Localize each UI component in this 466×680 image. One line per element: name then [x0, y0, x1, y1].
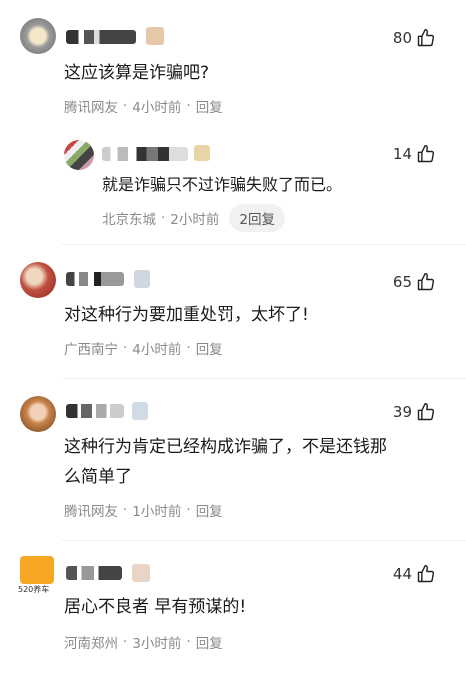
like-control[interactable]: 14	[393, 144, 436, 164]
comment-divider	[62, 540, 466, 541]
view-replies-button[interactable]: 2回复	[229, 204, 285, 232]
meta-separator: ·	[123, 502, 128, 518]
like-count: 39	[392, 403, 412, 421]
username-blurred[interactable]	[102, 147, 188, 161]
meta-separator: ·	[186, 98, 191, 114]
comment-text: 对这种行为要加重处罚，太坏了!	[64, 305, 309, 325]
comment-meta: 河南郑州 · 3小时前 · 回复	[64, 632, 223, 652]
comment-text-line: 这种行为肯定已经构成诈骗了，不是还钱那	[64, 437, 387, 457]
comment-location: 广西南宁	[64, 342, 118, 358]
meta-separator: ·	[186, 340, 191, 356]
reply-button[interactable]: 回复	[196, 632, 223, 652]
like-count: 44	[392, 565, 412, 583]
comment-text: 这种行为肯定已经构成诈骗了，不是还钱那 么简单了	[64, 432, 454, 492]
user-avatar[interactable]	[20, 556, 54, 584]
user-badge	[134, 270, 150, 288]
like-control[interactable]: 44	[393, 564, 436, 584]
reply-button[interactable]: 回复	[196, 500, 223, 520]
comment-time: 2小时前	[170, 212, 220, 228]
username-blurred[interactable]	[66, 30, 136, 44]
user-badge	[132, 564, 150, 582]
thumbs-up-icon[interactable]	[416, 402, 436, 422]
comment-meta: 腾讯网友 · 4小时前 · 回复	[64, 96, 223, 116]
comment-location: 腾讯网友	[64, 504, 118, 520]
thumbs-up-icon[interactable]	[416, 564, 436, 584]
thumbs-up-icon[interactable]	[416, 144, 436, 164]
comment-time: 3小时前	[132, 636, 182, 652]
comment-location: 腾讯网友	[64, 100, 118, 116]
comment-time: 4小时前	[132, 100, 182, 116]
meta-separator: ·	[123, 340, 128, 356]
like-count: 80	[392, 29, 412, 47]
thumbs-up-icon[interactable]	[416, 28, 436, 48]
comment-meta: 腾讯网友 · 1小时前 · 回复	[64, 500, 223, 520]
meta-separator: ·	[123, 634, 128, 650]
meta-separator: ·	[186, 634, 191, 650]
username-blurred[interactable]	[66, 272, 124, 286]
reply-button[interactable]: 回复	[196, 96, 223, 116]
user-avatar[interactable]	[20, 262, 56, 298]
user-badge	[194, 145, 210, 161]
comment-location: 北京东城	[102, 212, 156, 228]
comment-location: 河南郑州	[64, 636, 118, 652]
reply-button[interactable]: 回复	[196, 338, 223, 358]
meta-separator: ·	[123, 98, 128, 114]
meta-separator: ·	[161, 210, 166, 226]
user-avatar[interactable]	[20, 396, 56, 432]
comment-time: 1小时前	[132, 504, 182, 520]
comment-text: 就是诈骗只不过诈骗失败了而已。	[102, 175, 343, 194]
user-avatar[interactable]	[20, 18, 56, 54]
like-count: 65	[392, 273, 412, 291]
comment-divider	[62, 378, 466, 379]
username-blurred[interactable]	[66, 566, 122, 580]
comment-text: 这应该算是诈骗吧?	[64, 63, 210, 83]
comment-divider	[62, 244, 466, 245]
meta-separator: ·	[186, 502, 191, 518]
comment-meta: 北京东城 · 2小时前 2回复	[102, 204, 285, 232]
comment-meta: 广西南宁 · 4小时前 · 回复	[64, 338, 223, 358]
like-count: 14	[392, 145, 412, 163]
user-badge	[132, 402, 148, 420]
username-blurred[interactable]	[66, 404, 124, 418]
thumbs-up-icon[interactable]	[416, 272, 436, 292]
user-badge	[146, 27, 164, 45]
comment-text: 居心不良者 早有预谋的!	[64, 597, 247, 617]
avatar-caption: 520养车	[18, 585, 50, 594]
user-avatar[interactable]	[64, 140, 94, 170]
like-control[interactable]: 65	[393, 272, 436, 292]
comment-text-line: 么简单了	[64, 467, 132, 487]
comment-time: 4小时前	[132, 342, 182, 358]
like-control[interactable]: 39	[393, 402, 436, 422]
like-control[interactable]: 80	[393, 28, 436, 48]
